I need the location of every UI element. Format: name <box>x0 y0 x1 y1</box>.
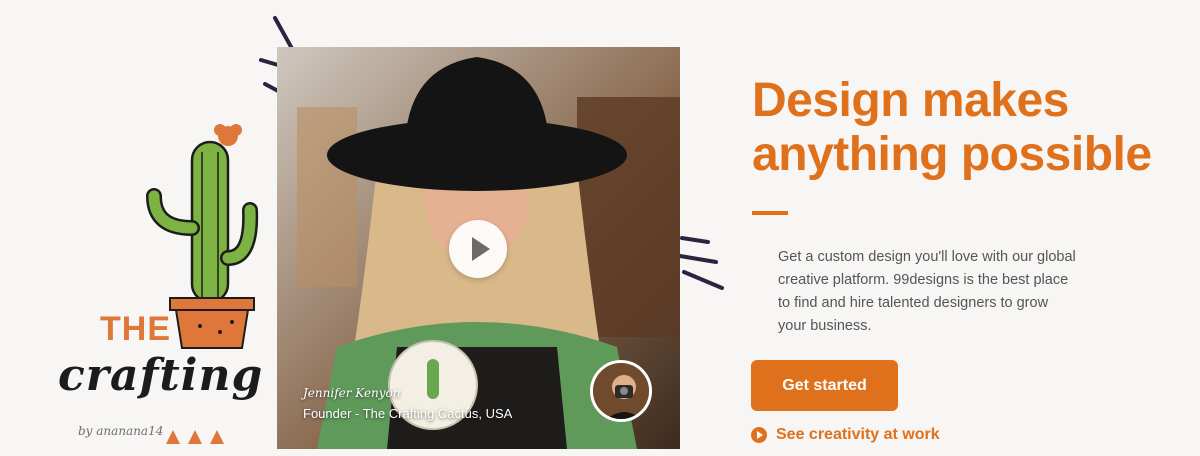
see-creativity-link[interactable]: See creativity at work <box>751 426 940 444</box>
hero-headline: Design makes anything possible <box>752 74 1152 181</box>
brand-name: crafting cac <box>58 350 300 401</box>
play-button[interactable] <box>449 220 507 278</box>
brand-the: THE <box>100 310 171 348</box>
person-role: Founder - The Crafting Cactus, USA <box>303 406 513 421</box>
headline-divider <box>752 211 788 215</box>
crafting-cactus-artwork: THE crafting cac by ananana14 <box>0 0 300 456</box>
artwork-credit: by ananana14 <box>78 424 164 438</box>
scribble-decoration-right <box>678 236 724 290</box>
triangle-decoration <box>166 430 224 444</box>
play-icon <box>471 237 490 261</box>
play-circle-icon <box>751 427 767 443</box>
hero-description: Get a custom design you'll love with our… <box>778 249 1076 334</box>
video-caption: Jennifer Kenyon Founder - The Crafting C… <box>303 386 512 421</box>
founder-avatar[interactable] <box>590 360 652 422</box>
get-started-button[interactable]: Get started <box>751 360 898 411</box>
see-creativity-label: See creativity at work <box>776 426 940 443</box>
person-name: Jennifer Kenyon <box>303 386 401 400</box>
